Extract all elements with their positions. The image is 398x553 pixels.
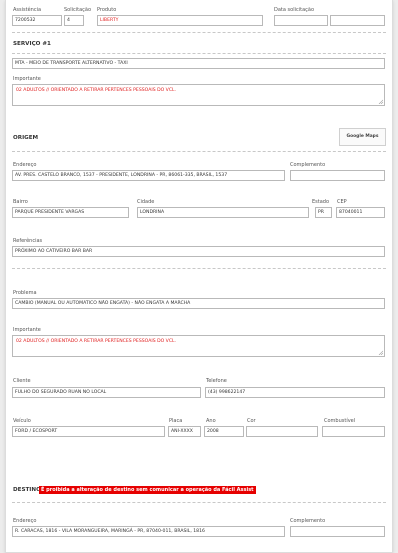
problema-importante-text: 02 ADULTOS // ORIENTADO A RETIRAR PERTEN… [16, 339, 177, 344]
divider [12, 53, 386, 54]
estado-label: Estado [312, 199, 330, 205]
data-solicitacao-date-field[interactable] [274, 15, 328, 26]
divider [12, 151, 386, 152]
cliente-label: Cliente [13, 378, 31, 384]
combustivel-label: Combustível [324, 418, 356, 424]
cep-label: CEP [337, 199, 347, 205]
origem-title: ORIGEM [13, 135, 39, 141]
divider [12, 502, 386, 503]
veiculo-field[interactable]: FORD / ECOSPORT [12, 426, 165, 437]
cidade-field[interactable]: LONDRINA [137, 207, 309, 218]
referencias-field[interactable]: PRÓXIMO AO CATIVEIRO BAR BAR [12, 246, 385, 257]
destino-complemento-label: Complemento [290, 518, 326, 524]
origem-endereco-label: Endereço [13, 162, 37, 168]
google-maps-button[interactable]: Google Maps [339, 128, 386, 146]
destino-endereco-field[interactable]: R. CARACAS, 1816 - VILA MORANGUEIRA, MAR… [12, 526, 285, 537]
divider [12, 268, 386, 269]
produto-field[interactable]: LIBERTY [97, 15, 263, 26]
placa-field[interactable]: ANI-XXXX [168, 426, 201, 437]
resize-handle-icon[interactable] [378, 350, 383, 355]
origem-complemento-label: Complemento [290, 162, 326, 168]
bairro-label: Bairro [13, 199, 28, 205]
origem-complemento-field[interactable] [290, 170, 385, 181]
produto-label: Produto [97, 7, 117, 13]
destino-title: DESTINO [13, 487, 41, 493]
cor-label: Cor [247, 418, 256, 424]
problema-field[interactable]: CAMBIO (MANUAL OU AUTOMATICO NÃO ENGATA)… [12, 298, 385, 309]
problema-importante-textarea[interactable]: 02 ADULTOS // ORIENTADO A RETIRAR PERTEN… [12, 335, 385, 357]
servico-title: SERVIÇO #1 [13, 41, 51, 47]
ano-field[interactable]: 2008 [204, 426, 244, 437]
data-solicitacao-label: Data solicitação [274, 7, 315, 13]
assistencia-label: Assistência [13, 7, 42, 13]
placa-label: Placa [169, 418, 183, 424]
solicitacao-label: Solicitação [64, 7, 92, 13]
telefone-field[interactable]: (43) 998622147 [205, 387, 385, 398]
servico-importante-text: 02 ADULTOS // ORIENTADO A RETIRAR PERTEN… [16, 88, 177, 93]
estado-field[interactable]: PR [315, 207, 332, 218]
destino-warning: É proibida a alteração de destino sem co… [39, 486, 256, 494]
service-request-form: Assistência 7200532 Solicitação 4 Produt… [5, 0, 393, 553]
ano-label: Ano [206, 418, 216, 424]
problema-label: Problema [13, 290, 37, 296]
telefone-label: Telefone [206, 378, 227, 384]
servico-importante-textarea[interactable]: 02 ADULTOS // ORIENTADO A RETIRAR PERTEN… [12, 84, 385, 106]
cor-field[interactable] [246, 426, 318, 437]
divider [12, 32, 386, 33]
assistencia-field[interactable]: 7200532 [12, 15, 62, 26]
veiculo-label: Veículo [13, 418, 31, 424]
referencias-label: Referências [13, 238, 43, 244]
solicitacao-field[interactable]: 4 [64, 15, 84, 26]
cep-field[interactable]: 87040011 [336, 207, 385, 218]
combustivel-field[interactable] [322, 426, 385, 437]
destino-endereco-label: Endereço [13, 518, 37, 524]
origem-endereco-field[interactable]: AV. PRES. CASTELO BRANCO, 1537 - PRESIDE… [12, 170, 285, 181]
resize-handle-icon[interactable] [378, 99, 383, 104]
servico-field[interactable]: MTA - MEIO DE TRANSPORTE ALTERNATIVO - T… [12, 58, 385, 69]
destino-complemento-field[interactable] [290, 526, 385, 537]
problema-importante-label: Importante [13, 327, 41, 333]
bairro-field[interactable]: PARQUE PRESIDENTE VARGAS [12, 207, 129, 218]
cidade-label: Cidade [137, 199, 155, 205]
servico-importante-label: Importante [13, 76, 41, 82]
data-solicitacao-time-field[interactable] [330, 15, 385, 26]
cliente-field[interactable]: FULHO DO SEGURADO RUAN NO LOCAL [12, 387, 201, 398]
